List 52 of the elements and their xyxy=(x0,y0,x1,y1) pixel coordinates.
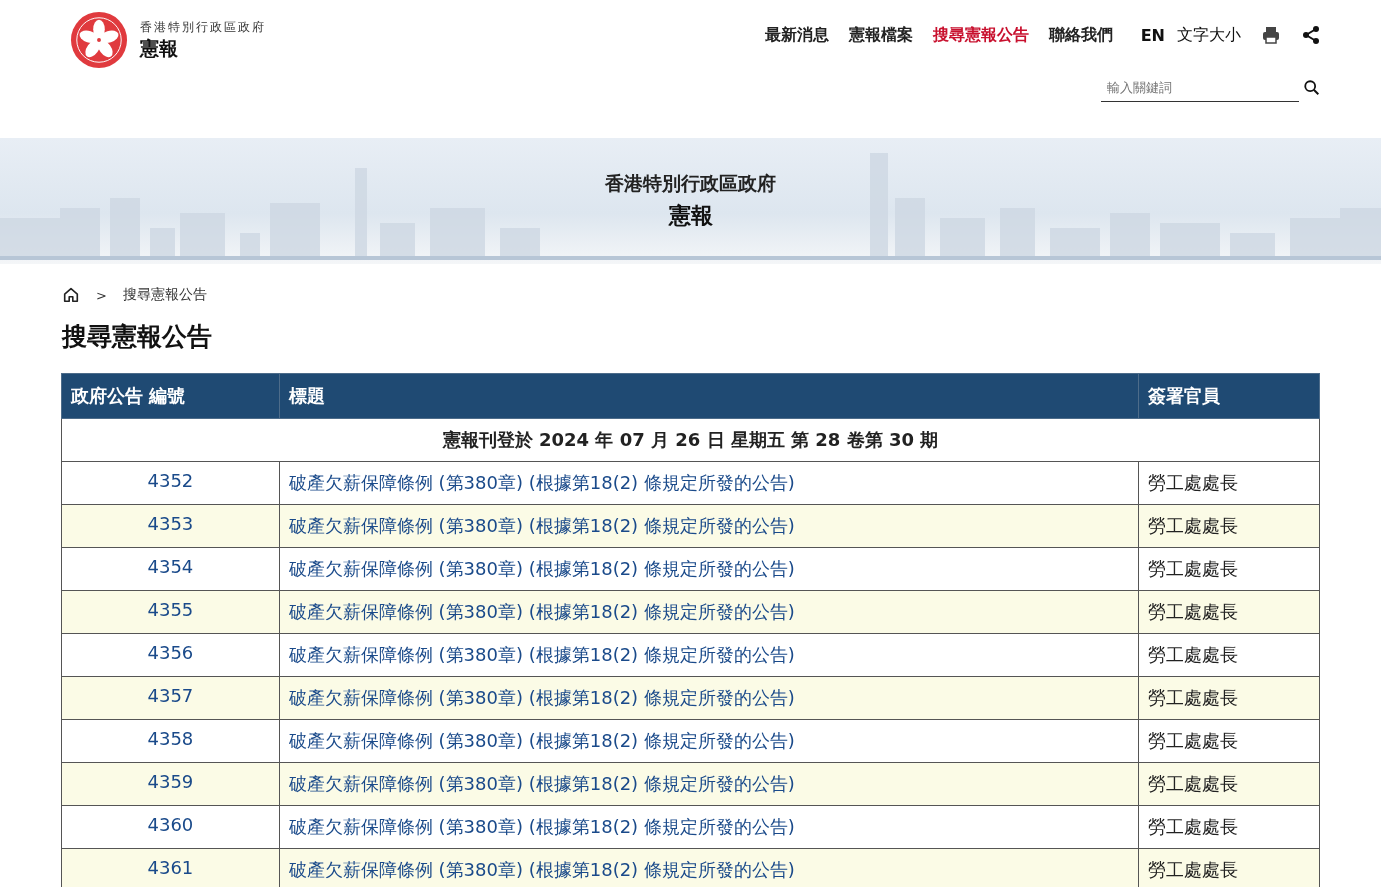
breadcrumb-separator: > xyxy=(96,287,107,303)
notice-number[interactable]: 4357 xyxy=(61,676,280,720)
notice-number[interactable]: 4358 xyxy=(61,719,280,763)
notice-title-link[interactable]: 破產欠薪保障條例 (第380章) (根據第18(2) 條規定所發的公告) xyxy=(279,461,1139,505)
notice-title-link[interactable]: 破產欠薪保障條例 (第380章) (根據第18(2) 條規定所發的公告) xyxy=(279,762,1139,806)
notice-number[interactable]: 4361 xyxy=(61,848,280,887)
notice-title-link[interactable]: 破產欠薪保障條例 (第380章) (根據第18(2) 條規定所發的公告) xyxy=(279,547,1139,591)
search-icon[interactable] xyxy=(1303,79,1321,97)
officer-cell: 勞工處處長 xyxy=(1138,676,1320,720)
officer-cell: 勞工處處長 xyxy=(1138,547,1320,591)
officer-cell: 勞工處處長 xyxy=(1138,504,1320,548)
notice-title-link[interactable]: 破產欠薪保障條例 (第380章) (根據第18(2) 條規定所發的公告) xyxy=(279,805,1139,849)
notice-number[interactable]: 4360 xyxy=(61,805,280,849)
officer-cell: 勞工處處長 xyxy=(1138,461,1320,505)
officer-cell: 勞工處處長 xyxy=(1138,590,1320,634)
notice-title-link[interactable]: 破產欠薪保障條例 (第380章) (根據第18(2) 條規定所發的公告) xyxy=(279,719,1139,763)
column-header: 標題 xyxy=(279,373,1139,419)
notice-number[interactable]: 4359 xyxy=(61,762,280,806)
nav-link[interactable]: 聯絡我們 xyxy=(1048,24,1113,46)
group-heading: 憲報刊登於 2024 年 07 月 26 日 星期五 第 28 卷第 30 期 xyxy=(61,418,1320,462)
print-icon[interactable] xyxy=(1261,25,1281,45)
nav-link[interactable]: 最新消息 xyxy=(764,24,829,46)
officer-cell: 勞工處處長 xyxy=(1138,633,1320,677)
logo-subtitle: 香港特別行政區政府 xyxy=(140,18,266,36)
column-header: 政府公告 編號 xyxy=(61,373,280,419)
notice-number[interactable]: 4352 xyxy=(61,461,280,505)
notice-title-link[interactable]: 破產欠薪保障條例 (第380章) (根據第18(2) 條規定所發的公告) xyxy=(279,504,1139,548)
officer-cell: 勞工處處長 xyxy=(1138,719,1320,763)
breadcrumb-current: 搜尋憲報公告 xyxy=(122,286,207,304)
banner-subtitle: 香港特別行政區政府 xyxy=(605,171,776,196)
notice-title-link[interactable]: 破產欠薪保障條例 (第380章) (根據第18(2) 條規定所發的公告) xyxy=(279,590,1139,634)
officer-cell: 勞工處處長 xyxy=(1138,805,1320,849)
notice-number[interactable]: 4356 xyxy=(61,633,280,677)
nav-link[interactable]: 憲報檔案 xyxy=(848,24,913,46)
notice-number[interactable]: 4355 xyxy=(61,590,280,634)
notice-title-link[interactable]: 破產欠薪保障條例 (第380章) (根據第18(2) 條規定所發的公告) xyxy=(279,848,1139,887)
banner-title: 憲報 xyxy=(668,201,713,230)
column-header: 簽署官員 xyxy=(1138,373,1320,419)
language-link[interactable]: EN xyxy=(1140,25,1165,45)
page-title: 搜尋憲報公告 xyxy=(62,321,213,353)
share-icon[interactable] xyxy=(1301,25,1321,45)
officer-cell: 勞工處處長 xyxy=(1138,762,1320,806)
notice-title-link[interactable]: 破產欠薪保障條例 (第380章) (根據第18(2) 條規定所發的公告) xyxy=(279,633,1139,677)
notice-number[interactable]: 4354 xyxy=(61,547,280,591)
emblem-logo[interactable] xyxy=(70,11,128,69)
home-icon[interactable] xyxy=(62,286,80,304)
logo-title: 憲報 xyxy=(140,35,179,61)
officer-cell: 勞工處處長 xyxy=(1138,848,1320,887)
notice-title-link[interactable]: 破產欠薪保障條例 (第380章) (根據第18(2) 條規定所發的公告) xyxy=(279,676,1139,720)
font-size-link[interactable]: 文字大小 xyxy=(1177,24,1241,46)
notice-number[interactable]: 4353 xyxy=(61,504,280,548)
nav-link[interactable]: 搜尋憲報公告 xyxy=(932,24,1029,46)
